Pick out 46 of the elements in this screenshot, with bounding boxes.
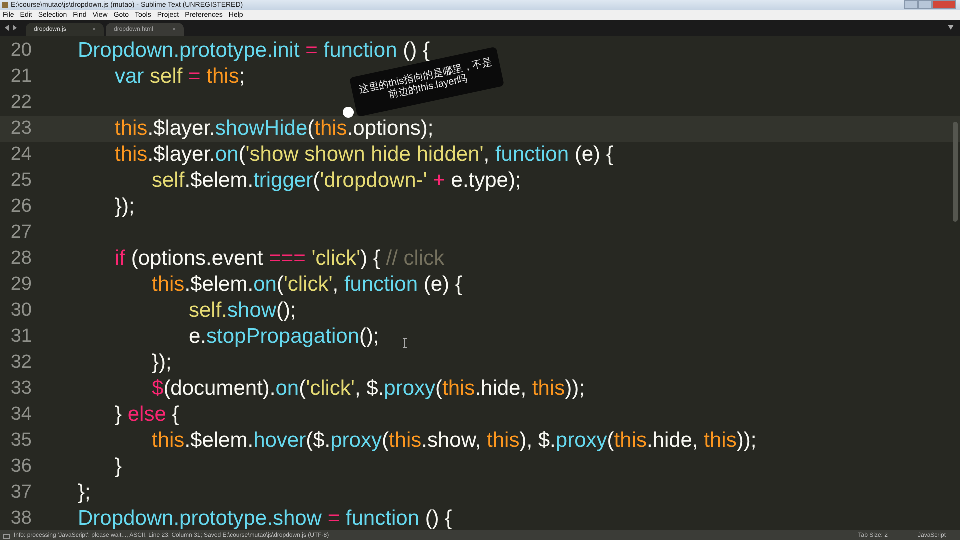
code-line: }); — [151, 351, 172, 375]
code-line: var self = this; — [114, 65, 246, 89]
tab-nav-icon[interactable] — [4, 24, 18, 32]
line-number: 28 — [10, 248, 32, 270]
line-number: 38 — [10, 508, 32, 530]
line-number: 34 — [10, 404, 32, 426]
code-line: self.show(); — [188, 299, 296, 323]
line-number: 29 — [10, 274, 32, 296]
code-line: }; — [78, 481, 91, 505]
code-line: this.$elem.hover($.proxy(this.show, this), $.proxy(this.hide, this)); — [151, 429, 757, 453]
line-number: 24 — [10, 144, 32, 166]
line-number: 25 — [10, 170, 32, 192]
code-line: this.$layer.showHide(this.options); — [114, 117, 434, 141]
line-number: 32 — [10, 352, 32, 374]
code-line: Dropdown.prototype.init = function () { — [78, 39, 430, 63]
line-number: 21 — [10, 66, 32, 88]
code-line: this.$elem.on('click', function (e) { — [151, 273, 462, 297]
code-line: if (options.event === 'click') { // click — [114, 247, 445, 271]
line-number: 20 — [10, 40, 32, 62]
line-number: 22 — [10, 92, 32, 114]
code-line: this.$layer.on('show shown hide hidden', function (e) { — [114, 143, 614, 167]
line-number: 35 — [10, 430, 32, 452]
line-number: 30 — [10, 300, 32, 322]
line-number: 27 — [10, 222, 32, 244]
minimize-button[interactable] — [904, 0, 918, 9]
code-line: e.stopPropagation(); — [188, 325, 380, 349]
text-cursor-icon — [402, 338, 408, 348]
code-line: Dropdown.prototype.show = function () { — [78, 507, 452, 531]
pointer-dot-icon — [343, 107, 354, 118]
panel-icon[interactable] — [3, 534, 10, 538]
line-number: 26 — [10, 196, 32, 218]
code-line: } — [114, 455, 122, 479]
line-number: 33 — [10, 378, 32, 400]
code-line: } else { — [114, 403, 180, 427]
scrollbar[interactable] — [953, 122, 958, 222]
line-number: 37 — [10, 482, 32, 504]
line-number: 36 — [10, 456, 32, 478]
maximize-button[interactable] — [918, 0, 932, 9]
code-line: }); — [114, 195, 135, 219]
app-icon — [2, 2, 8, 8]
dropdown-icon[interactable] — [948, 25, 954, 30]
code-line: self.$elem.trigger('dropdown-' + e.type); — [151, 169, 522, 193]
close-button[interactable] — [932, 0, 956, 9]
line-number: 31 — [10, 326, 32, 348]
line-number: 23 — [10, 118, 32, 140]
code-line: $(document).on('click', $.proxy(this.hide, this)); — [151, 377, 585, 401]
